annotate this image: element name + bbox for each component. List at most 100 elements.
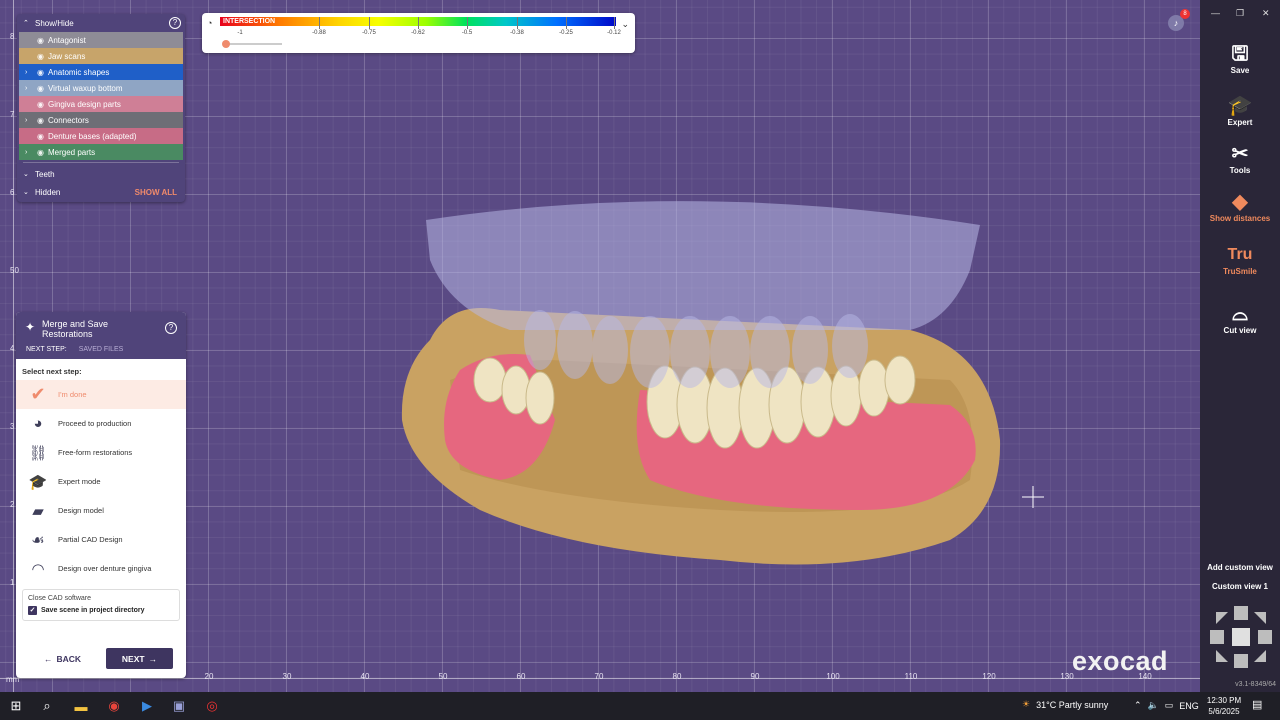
network-icon[interactable]: ▭ xyxy=(1165,700,1174,711)
teeth-label: Teeth xyxy=(35,169,55,179)
next-button[interactable]: NEXT → xyxy=(106,648,173,669)
back-label: BACK xyxy=(56,653,82,664)
tab-saved-files[interactable]: SAVED FILES xyxy=(79,346,124,353)
remote-app-icon[interactable]: ▶ xyxy=(138,697,156,715)
design-model-icon: ▰ xyxy=(32,502,44,520)
clock[interactable]: 12:30 PM 5/6/2025 xyxy=(1204,695,1244,717)
chevron-right-icon[interactable]: › xyxy=(25,117,33,124)
record-app-icon[interactable]: ◎ xyxy=(203,697,221,715)
layer-list: ◉ Antagonist ◉ Jaw scans › ◉ Anatomic shapes › ◉… xyxy=(17,32,185,160)
hidden-label: Hidden xyxy=(35,187,61,197)
dental-model[interactable] xyxy=(390,180,1010,580)
x-tick-label: 90 xyxy=(750,672,760,681)
help-icon[interactable]: ? xyxy=(169,17,181,29)
eye-icon[interactable]: ◉ xyxy=(37,148,44,157)
save-icon: 🖫 xyxy=(1231,43,1249,65)
layer-row[interactable]: › ◉ Connectors xyxy=(19,112,183,128)
step-option[interactable]: ⛓ Free-form restorations xyxy=(16,438,186,467)
merge-panel-header: ✦ Merge and Save Restorations ? NEXT STE… xyxy=(16,312,186,359)
step-option[interactable]: ✔ I'm done xyxy=(16,380,186,409)
step-label: Free-form restorations xyxy=(58,448,133,457)
show-distances-tool[interactable]: ◆ Show distances xyxy=(1200,190,1280,223)
trusmile-tool[interactable]: Tru TruSmile xyxy=(1200,243,1280,276)
layer-row[interactable]: ◉ Antagonist xyxy=(19,32,183,48)
step-label: Design model xyxy=(58,506,104,515)
eye-icon[interactable]: ◉ xyxy=(37,36,44,45)
expert-tool[interactable]: 🎓 Expert xyxy=(1200,94,1280,127)
chevron-right-icon[interactable]: › xyxy=(25,85,33,92)
step-option[interactable]: ☙ Partial CAD Design xyxy=(16,525,186,554)
chevron-right-icon[interactable]: › xyxy=(25,149,33,156)
y-tick-label: 50 xyxy=(10,266,19,275)
close-cad-box: Close CAD software ✓ Save scene in proje… xyxy=(22,589,180,621)
layer-row[interactable]: › ◉ Anatomic shapes xyxy=(19,64,183,80)
chevron-down-icon[interactable]: ⌄ xyxy=(621,19,629,30)
tab-next-step[interactable]: NEXT STEP: xyxy=(26,346,67,353)
layer-row[interactable]: › ◉ Virtual waxup bottom xyxy=(19,80,183,96)
layer-row[interactable]: ◉ Gingiva design parts xyxy=(19,96,183,112)
add-custom-view-button[interactable]: Add custom view xyxy=(1200,563,1280,572)
merge-panel-title: Merge and Save Restorations xyxy=(42,319,109,339)
save-tool[interactable]: 🖫 Save xyxy=(1200,42,1280,75)
layer-label: Connectors xyxy=(47,115,89,125)
gradient-tick-label: -1 xyxy=(237,30,243,36)
antagonist-teeth xyxy=(524,310,868,388)
select-next-step-label: Select next step: xyxy=(22,367,82,376)
expert-label: Expert xyxy=(1227,118,1253,127)
eye-icon[interactable]: ◉ xyxy=(37,52,44,61)
search-icon[interactable]: ⌕ xyxy=(38,697,56,715)
show-all-button[interactable]: SHOW ALL xyxy=(135,188,177,197)
eye-icon[interactable]: ◉ xyxy=(37,84,44,93)
y-tick-label: 6 xyxy=(10,188,15,197)
production-icon: ◕ xyxy=(33,415,43,432)
step-option[interactable]: ▰ Design model xyxy=(16,496,186,525)
notification-center-icon[interactable]: ▤ xyxy=(1252,698,1262,711)
x-tick-label: 100 xyxy=(826,672,840,681)
checkbox-checked-icon[interactable]: ✓ xyxy=(28,606,37,615)
step-label: I'm done xyxy=(58,390,87,399)
arrow-right-icon: → xyxy=(148,653,158,664)
x-tick-label: 70 xyxy=(594,672,604,681)
speaker-icon[interactable]: 🔈 xyxy=(1148,700,1159,711)
layer-row[interactable]: › ◉ Merged parts xyxy=(19,144,183,160)
close-icon[interactable]: ✕ xyxy=(1262,8,1270,19)
exocad-app-icon[interactable]: ▣ xyxy=(170,697,188,715)
step-option[interactable]: ◠ Design over denture gingiva xyxy=(16,554,186,583)
layer-label: Antagonist xyxy=(47,35,86,45)
file-explorer-icon[interactable]: ▬ xyxy=(72,697,90,715)
y-tick-label: 3 xyxy=(10,422,15,431)
eye-icon[interactable]: ◉ xyxy=(37,132,44,141)
restore-icon[interactable]: ❐ xyxy=(1236,8,1244,19)
eye-icon[interactable]: ◉ xyxy=(37,116,44,125)
help-icon[interactable]: ? xyxy=(165,322,177,334)
antagonist xyxy=(426,201,980,330)
chevron-down-icon: ⌄ xyxy=(23,171,29,178)
step-option[interactable]: 🎓 Expert mode xyxy=(16,467,186,496)
hidden-group[interactable]: ⌄ Hidden SHOW ALL xyxy=(17,183,185,201)
chrome-icon[interactable]: ◉ xyxy=(105,697,123,715)
save-scene-label: Save scene in project directory xyxy=(41,607,145,614)
teeth-group[interactable]: ⌄ Teeth xyxy=(17,165,185,183)
eye-icon[interactable]: ◉ xyxy=(37,100,44,109)
custom-view-1-button[interactable]: Custom view 1 xyxy=(1200,582,1280,591)
layer-row[interactable]: ◉ Jaw scans xyxy=(19,48,183,64)
weather-widget[interactable]: ☀ 31°C Partly sunny xyxy=(1022,699,1108,710)
language-indicator[interactable]: ENG xyxy=(1179,701,1199,711)
slider-track[interactable] xyxy=(227,43,282,45)
layer-row[interactable]: ◉ Denture bases (adapted) xyxy=(19,128,183,144)
gradient-tick-label: -0.5 xyxy=(461,30,473,36)
chevron-right-icon[interactable]: › xyxy=(25,69,33,76)
cut-view-tool[interactable]: ⌓ Cut view xyxy=(1200,302,1280,335)
view-cube-icon[interactable] xyxy=(1208,604,1274,670)
notification-badge: 8 xyxy=(1180,9,1190,19)
step-option[interactable]: ◕ Proceed to production xyxy=(16,409,186,438)
tools-tool[interactable]: ✂ Tools xyxy=(1200,142,1280,175)
save-scene-option[interactable]: ✓ Save scene in project directory xyxy=(28,606,174,615)
eye-icon[interactable]: ◉ xyxy=(37,68,44,77)
back-button[interactable]: ← BACK xyxy=(38,648,87,669)
minimize-icon[interactable]: — xyxy=(1211,8,1220,18)
slider-knob[interactable] xyxy=(222,40,230,48)
windows-start-icon[interactable]: ⊞ xyxy=(7,697,25,715)
show-hide-header[interactable]: ⌃ Show/Hide ? xyxy=(17,14,185,32)
chevron-up-icon[interactable]: ⌃ xyxy=(1134,700,1142,711)
